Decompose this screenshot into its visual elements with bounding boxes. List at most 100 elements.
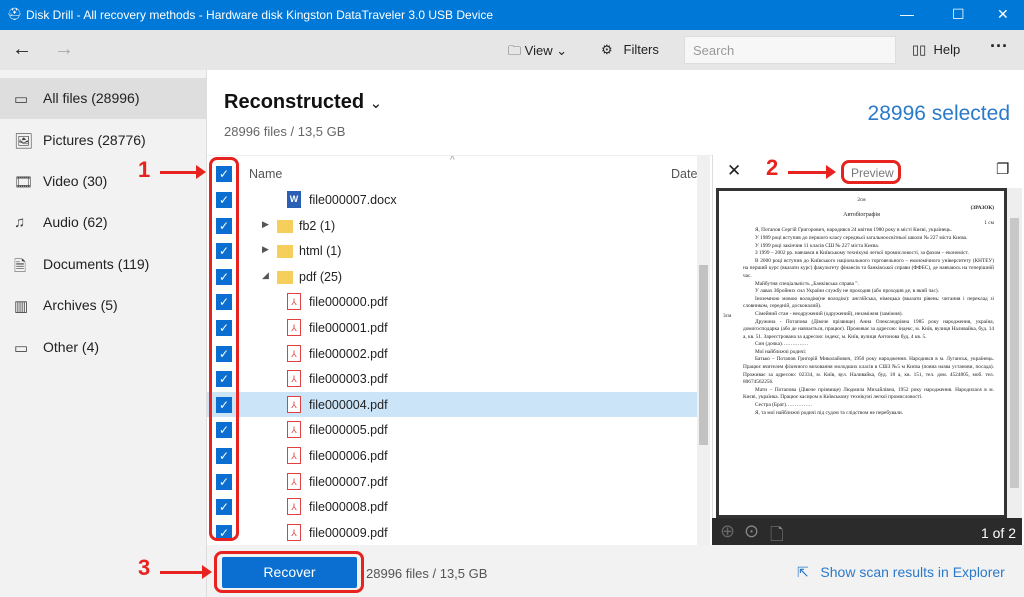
expand-icon[interactable]: ▶ <box>262 244 269 255</box>
doc-paragraph: Мати – Потапова (Дівоче прізвище) Людмил… <box>743 386 994 401</box>
pdf-icon: ⅄ <box>287 523 301 541</box>
file-name: pdf (25) <box>299 269 343 284</box>
file-list: ✓ Name ^ Date ✓ Wfile000007.docx ✓ ▶ fb2 (1)… <box>207 155 712 545</box>
sidebar-item-label: Audio (62) <box>43 214 108 230</box>
doc-paragraph: У лавах Збройних сил України службу не п… <box>755 288 939 295</box>
external-link-icon: ⇱ <box>797 564 809 580</box>
sidebar-item-label: Pictures (28776) <box>43 132 146 148</box>
recover-summary: 28996 files / 13,5 GB <box>366 566 488 581</box>
help-button[interactable]: ▯▯ Help <box>912 42 960 58</box>
search-input[interactable]: Search <box>684 36 896 64</box>
table-row[interactable]: ✓ ⅄ file000009.pdf <box>207 520 697 545</box>
close-preview-button[interactable]: ✕ <box>727 161 741 181</box>
sidebar-item-archives[interactable]: ▥ Archives (5) <box>0 285 207 326</box>
pdf-icon: ⅄ <box>287 293 301 311</box>
scan-source-dropdown[interactable]: Reconstructed ⌄ <box>224 91 382 114</box>
collapse-icon[interactable]: ◢ <box>262 270 269 281</box>
doc-heading: Автобіографія <box>843 212 880 219</box>
view-menu[interactable]: 🗀 View ⌄ <box>508 42 567 64</box>
files-summary: 28996 files / 13,5 GB <box>224 124 346 139</box>
folder-icon <box>277 219 293 233</box>
table-row[interactable]: ✓ ▶ html (1) <box>207 238 697 264</box>
close-window-button[interactable]: ✕ <box>997 6 1009 23</box>
sidebar-item-label: Archives (5) <box>43 297 118 313</box>
doc-paragraph: З 1999 – 2002 рр. навчався в Київському … <box>755 250 969 257</box>
table-row[interactable]: ✓ ⅄ file000005.pdf <box>207 417 697 443</box>
file-name: file000006.pdf <box>309 449 388 463</box>
back-button[interactable]: ← <box>12 38 32 61</box>
previous-page-button[interactable]: ⊕ <box>720 521 735 542</box>
page-title: Reconstructed <box>224 91 365 113</box>
file-name: file000005.pdf <box>309 423 388 438</box>
help-label: Help <box>933 42 961 57</box>
chevron-down-icon: ⌄ <box>369 95 383 112</box>
doc-paragraph: Дружина - Потапова (Дівоче прізвище) Анн… <box>743 318 994 340</box>
more-options-button[interactable]: ··· <box>990 36 1008 57</box>
pdf-icon: ⅄ <box>287 395 301 413</box>
word-icon: W <box>287 191 301 208</box>
audio-icon: ♫ <box>14 214 26 231</box>
page-indicator: 1 of 2 <box>980 525 1016 541</box>
scrollbar-thumb[interactable] <box>699 265 708 445</box>
copy-icon[interactable]: ❐ <box>996 160 1009 178</box>
file-name: file000002.pdf <box>309 346 388 361</box>
doc-margin-top: 2см <box>857 197 866 203</box>
doc-paragraph: Я, та мої найближчі родичі під судом та … <box>755 409 904 416</box>
title-bar: ⛑ Disk Drill - All recovery methods - Ha… <box>0 0 1024 30</box>
file-name: file000007.pdf <box>309 474 388 489</box>
table-row[interactable]: ✓ ⅄ file000003.pdf <box>207 366 697 392</box>
forward-button[interactable]: → <box>54 38 74 61</box>
pdf-icon: ⅄ <box>287 498 301 516</box>
column-header-name[interactable]: Name <box>249 167 282 181</box>
doc-margin-left: 3см <box>723 313 732 319</box>
pdf-icon: ⅄ <box>287 447 301 464</box>
file-name: file000009.pdf <box>309 525 388 540</box>
file-name: fb2 (1) <box>299 218 336 233</box>
table-row[interactable]: ✓ ⅄ file000006.pdf <box>207 443 697 469</box>
table-row[interactable]: ✓ ⅄ file000004.pdf <box>207 391 697 418</box>
pdf-icon: ⅄ <box>287 344 301 362</box>
show-in-explorer-link[interactable]: ⇱ Show scan results in Explorer <box>797 564 1005 581</box>
file-name: file000008.pdf <box>309 500 388 515</box>
file-name: file000001.pdf <box>309 321 388 335</box>
doc-paragraph: Майбутня спеціальність „Банківська справ… <box>755 280 859 287</box>
doc-paragraph: Іноземною мовою володію(не володію): анг… <box>743 295 994 310</box>
filters-button[interactable]: ⚙ Filters <box>601 42 659 58</box>
table-row[interactable]: ✓ ⅄ file000002.pdf <box>207 341 697 367</box>
pdf-icon: ⅄ <box>287 421 301 439</box>
preview-scrollbar[interactable] <box>1007 188 1022 518</box>
folder-icon <box>277 245 293 259</box>
sidebar-item-video[interactable]: 🎞 Video (30) <box>0 161 207 202</box>
table-row[interactable]: ✓ ◢ pdf (25) <box>207 264 697 290</box>
pdf-icon: ⅄ <box>287 370 301 388</box>
sidebar-item-all-files[interactable]: ▭ All files (28996) <box>0 78 207 119</box>
expand-icon[interactable]: ▶ <box>262 219 269 230</box>
table-row[interactable]: ✓ ⅄ file000008.pdf <box>207 494 697 520</box>
table-row[interactable]: ✓ Wfile000007.docx <box>207 187 697 213</box>
app-logo-icon: ⛑ <box>7 7 23 21</box>
doc-paragraph: Сестра (Брат)…………… <box>755 402 813 409</box>
sliders-icon: ⚙ <box>601 42 613 57</box>
column-header-date[interactable]: Date <box>671 167 697 181</box>
table-row[interactable]: ✓ ▶ fb2 (1) <box>207 213 697 239</box>
doc-paragraph: Батько – Потапов Григорій Миколайович, 1… <box>743 356 994 386</box>
annotation-2: 2 <box>766 155 779 180</box>
file-name: file000007.docx <box>309 193 397 207</box>
table-row[interactable]: ✓ ⅄ file000001.pdf <box>207 315 697 341</box>
doc-paragraph: Я, Потапов Сергій Григорович, народився … <box>755 227 952 234</box>
maximize-button[interactable]: ☐ <box>952 6 965 23</box>
annotation-arrow-1 <box>160 165 206 179</box>
sidebar-item-pictures[interactable]: 🖼 Pictures (28776) <box>0 120 207 161</box>
file-name: html (1) <box>299 244 342 259</box>
other-icon: ▭ <box>14 340 29 357</box>
table-row[interactable]: ✓ ⅄ file000007.pdf <box>207 469 697 495</box>
minimize-button[interactable]: — <box>900 6 914 22</box>
sidebar-item-other[interactable]: ▭ Other (4) <box>0 327 207 368</box>
annotation-3: 3 <box>138 555 151 580</box>
doc-paragraph: У 1989 році вступив до першого класу сер… <box>755 234 968 241</box>
document-preview: 2см (ЗРАЗОК) Автобіографія 1 см 3см Я, П… <box>716 188 1007 518</box>
table-row[interactable]: ✓ ⅄ file000000.pdf <box>207 289 697 315</box>
sidebar-item-documents[interactable]: 🗎 Documents (119) <box>0 244 207 285</box>
sidebar-item-audio[interactable]: ♫ Audio (62) <box>0 202 207 243</box>
next-page-button[interactable]: ⊙ <box>744 521 759 542</box>
